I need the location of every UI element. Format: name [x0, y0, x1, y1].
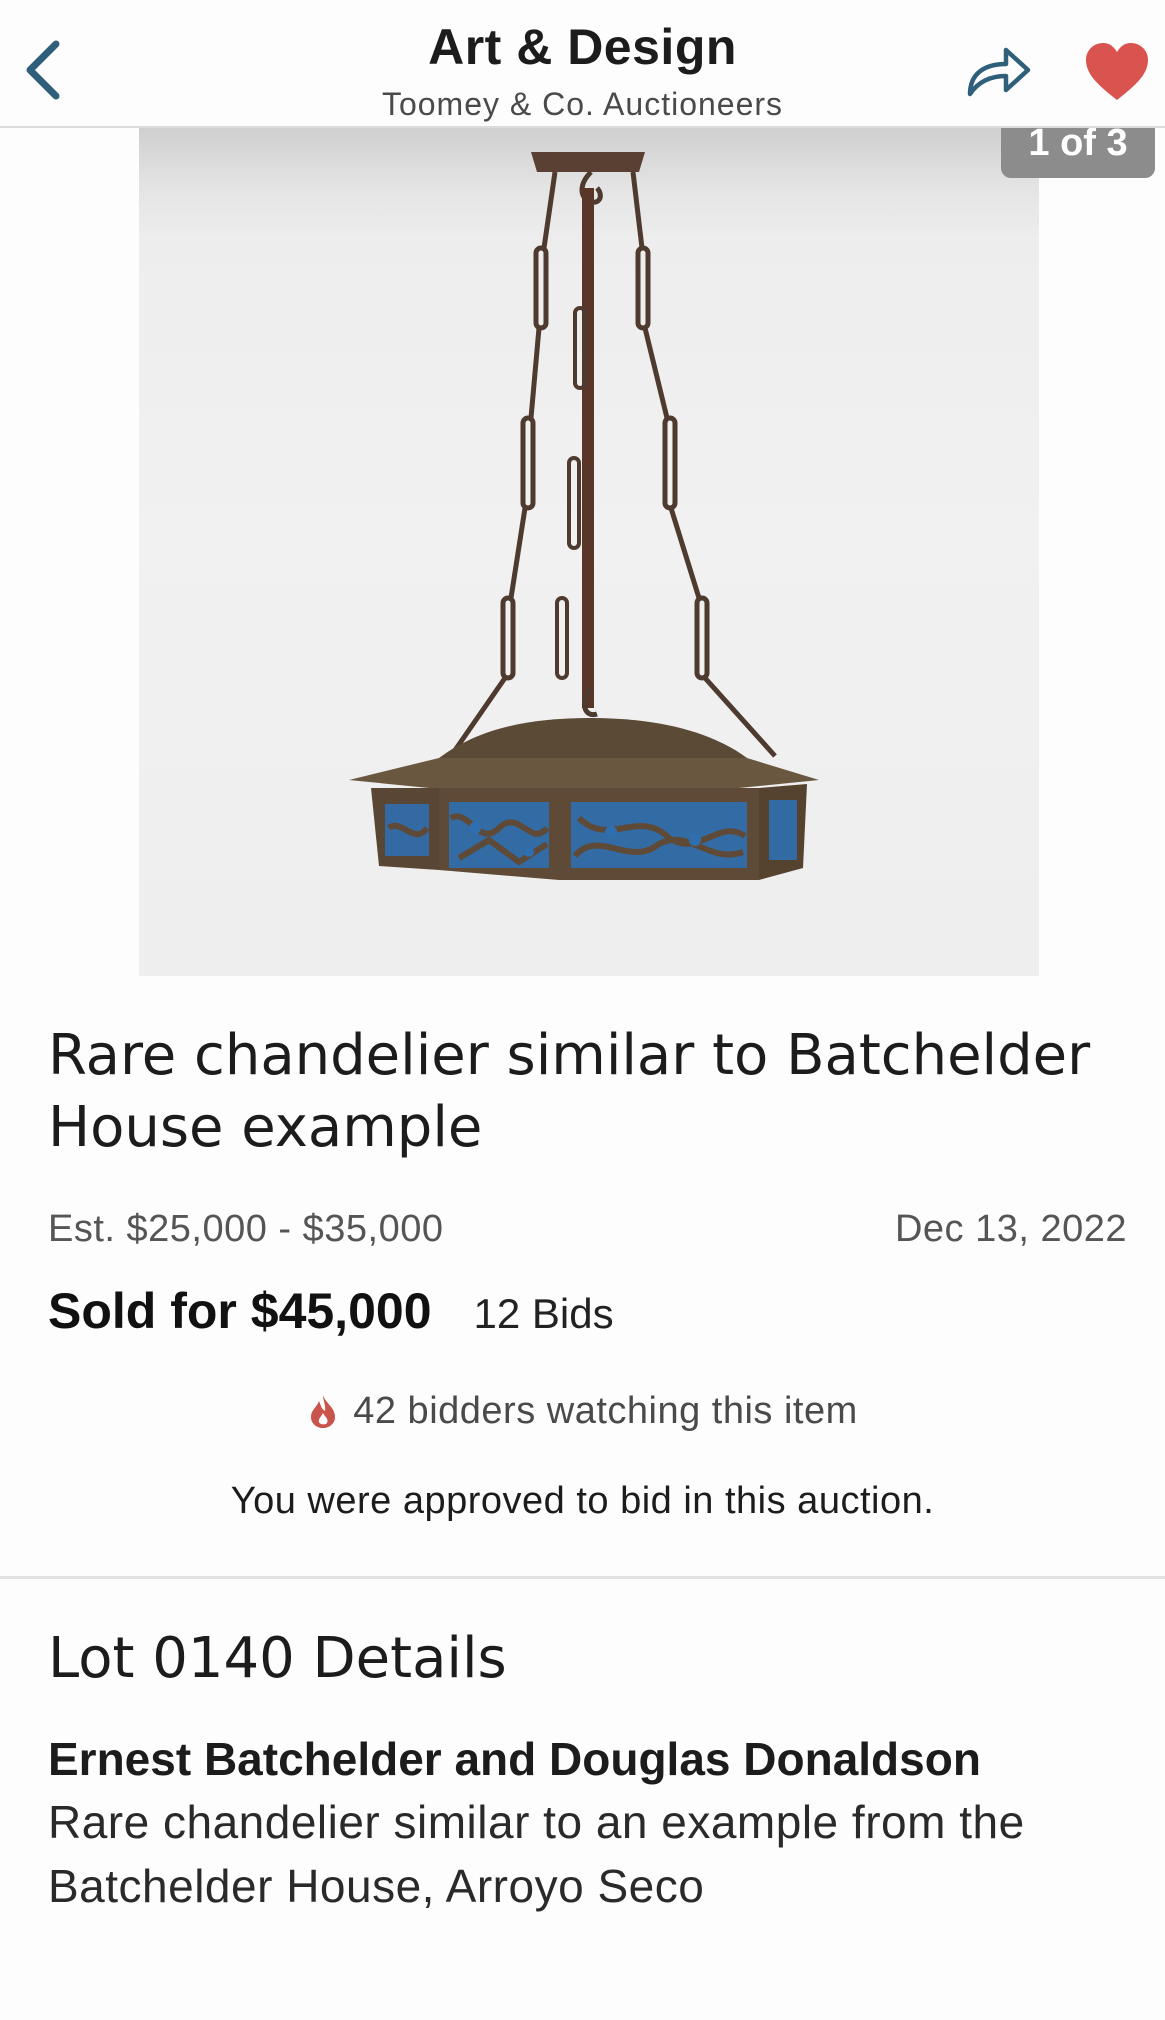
sale-date: Dec 13, 2022	[894, 1208, 1127, 1250]
bid-count[interactable]: 12 Bids	[474, 1290, 614, 1338]
artist-names: Ernest Batchelder and Douglas Donaldson	[48, 1733, 981, 1785]
share-button[interactable]	[962, 38, 1034, 102]
watchers-text: 42 bidders watching this item	[353, 1390, 858, 1432]
lot-title: Rare chandelier similar to Batchelder Ho…	[48, 1023, 1091, 1160]
lot-image-gallery[interactable]	[139, 128, 1039, 976]
favorite-button[interactable]	[1082, 40, 1152, 104]
share-arrow-icon	[967, 47, 1031, 97]
watchers-info: 42 bidders watching this item	[0, 1390, 1165, 1439]
lot-description: Rare chandelier similar to an example fr…	[48, 1796, 1025, 1912]
sold-price: Sold for $45,000	[48, 1283, 432, 1339]
heart-icon	[1086, 43, 1148, 100]
flame-icon	[307, 1393, 339, 1439]
section-divider	[0, 1576, 1165, 1579]
sold-row: Sold for $45,000 12 Bids	[48, 1282, 614, 1342]
lot-details-heading: Lot 0140 Details	[48, 1626, 507, 1691]
bid-approval-status: You were approved to bid in this auction…	[230, 1480, 935, 1522]
chandelier-photo	[349, 152, 819, 880]
top-nav-bar: Art & Design Toomey & Co. Auctioneers	[0, 0, 1165, 128]
estimate-range: Est. $25,000 - $35,000	[48, 1208, 444, 1250]
